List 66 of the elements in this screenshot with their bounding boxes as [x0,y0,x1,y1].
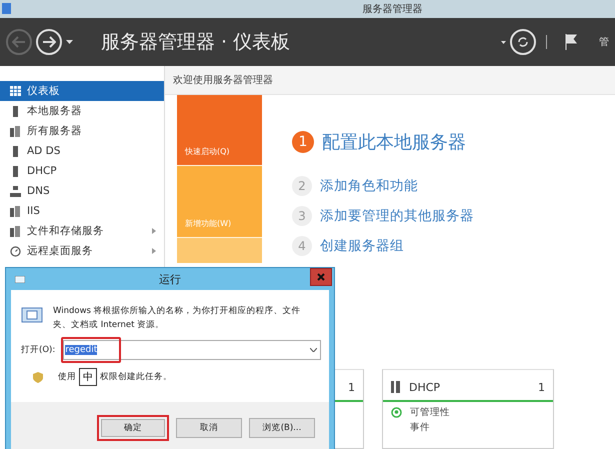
server-count: 1 [348,380,355,394]
welcome-title: 欢迎使用服务器管理器 [173,74,273,87]
manage-menu[interactable]: 管 [599,35,609,49]
step-link[interactable]: 添加要管理的其他服务器 [320,207,474,225]
expand-icon [152,228,156,234]
grid-icon [10,86,21,96]
close-button[interactable] [310,268,332,286]
gauge-icon [10,246,21,256]
step-link[interactable]: 配置此本地服务器 [322,130,466,154]
status-label[interactable]: 事件 [410,421,430,434]
step-number: 4 [292,236,312,256]
step-number: 2 [292,176,312,196]
page-title: 服务器管理器 · 仪表板 [101,30,292,55]
forward-button[interactable] [36,29,62,55]
admin-text: 使用 [58,371,76,383]
role-name[interactable]: DHCP [409,380,530,394]
forward-arrow-icon [42,36,56,48]
sidebar-item[interactable]: 本地服务器 [0,101,164,121]
server-icon [10,166,21,176]
expand-icon [152,248,156,254]
shield-icon [33,372,43,382]
description: Windows 将根据你所输入的名称，为你打开相应的程序、文件夹、文档或 Internet 资源。 [53,304,302,332]
sidebar-item[interactable]: 文件和存储服务 [0,221,164,241]
status-label[interactable]: 可管理性 [410,406,450,419]
caret-icon [501,40,506,44]
sidebar-item[interactable]: DNS [0,181,164,201]
sidebar-item[interactable]: AD DS [0,141,164,161]
app-icon [2,3,11,14]
step-number: 1 [292,131,314,153]
run-icon [21,307,43,323]
dropdown-icon [310,348,317,352]
dialog-button[interactable]: 浏览(B)... [249,418,315,438]
flag-icon[interactable] [565,34,577,50]
dialog-button[interactable]: 取消 [176,418,242,438]
sidebar-item[interactable]: 远程桌面服务 [0,241,164,261]
status-ok-icon [391,407,402,418]
refresh-icon [517,36,529,48]
ime-indicator: 中 [79,368,97,386]
open-field[interactable]: regedit [63,340,321,360]
app-icon [15,276,25,283]
sidebar-item[interactable]: IIS [0,201,164,221]
admin-text: 权限创建此任务。 [100,371,172,383]
dialog-title: 运行 [159,272,181,286]
step-number: 3 [292,206,312,226]
server-icon [391,381,401,393]
window-title: 服务器管理器 [362,3,422,16]
servers-icon [10,126,21,136]
sidebar-item[interactable]: 所有服务器 [0,121,164,141]
server-icon [10,106,21,116]
servers-icon [10,226,21,236]
caret-icon [66,40,73,44]
close-icon [317,273,325,281]
refresh-button[interactable] [510,29,536,55]
server-count: 1 [538,380,545,394]
field-value: regedit [65,345,98,355]
servers-icon [10,206,21,216]
open-label: 打开(O): [21,344,56,356]
sidebar-item[interactable]: 仪表板 [0,81,164,101]
network-icon [10,186,21,196]
step-link[interactable]: 创建服务器组 [320,237,404,255]
dialog-button[interactable]: 确定 [97,415,169,441]
quick-start-tile[interactable] [177,237,262,263]
sidebar-item[interactable]: DHCP [0,161,164,181]
back-arrow-icon [12,36,26,48]
step-link[interactable]: 添加角色和功能 [320,177,418,195]
server-icon [10,146,21,156]
